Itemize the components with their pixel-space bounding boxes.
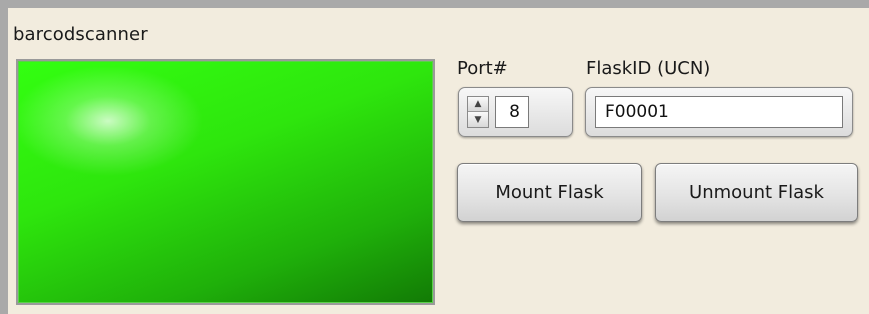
flask-id-control: F00001 (585, 87, 853, 137)
mount-flask-button[interactable]: Mount Flask (457, 163, 642, 222)
flask-id-label: FlaskID (UCN) (586, 58, 711, 79)
port-number-input[interactable]: 8 (495, 96, 529, 128)
port-spinner: ▲ ▼ (467, 96, 489, 128)
decrement-arrow-icon[interactable]: ▼ (468, 112, 488, 127)
flask-id-input[interactable]: F00001 (595, 96, 843, 128)
barcode-scanner-panel: barcodscanner Port# FlaskID (UCN) ▲ ▼ 8 … (8, 8, 869, 314)
port-label: Port# (457, 58, 508, 79)
unmount-flask-button[interactable]: Unmount Flask (655, 163, 858, 222)
port-numeric-control: ▲ ▼ 8 (458, 87, 573, 137)
panel-title: barcodscanner (13, 24, 148, 45)
increment-arrow-icon[interactable]: ▲ (468, 97, 488, 112)
scanner-status-indicator (16, 59, 435, 305)
